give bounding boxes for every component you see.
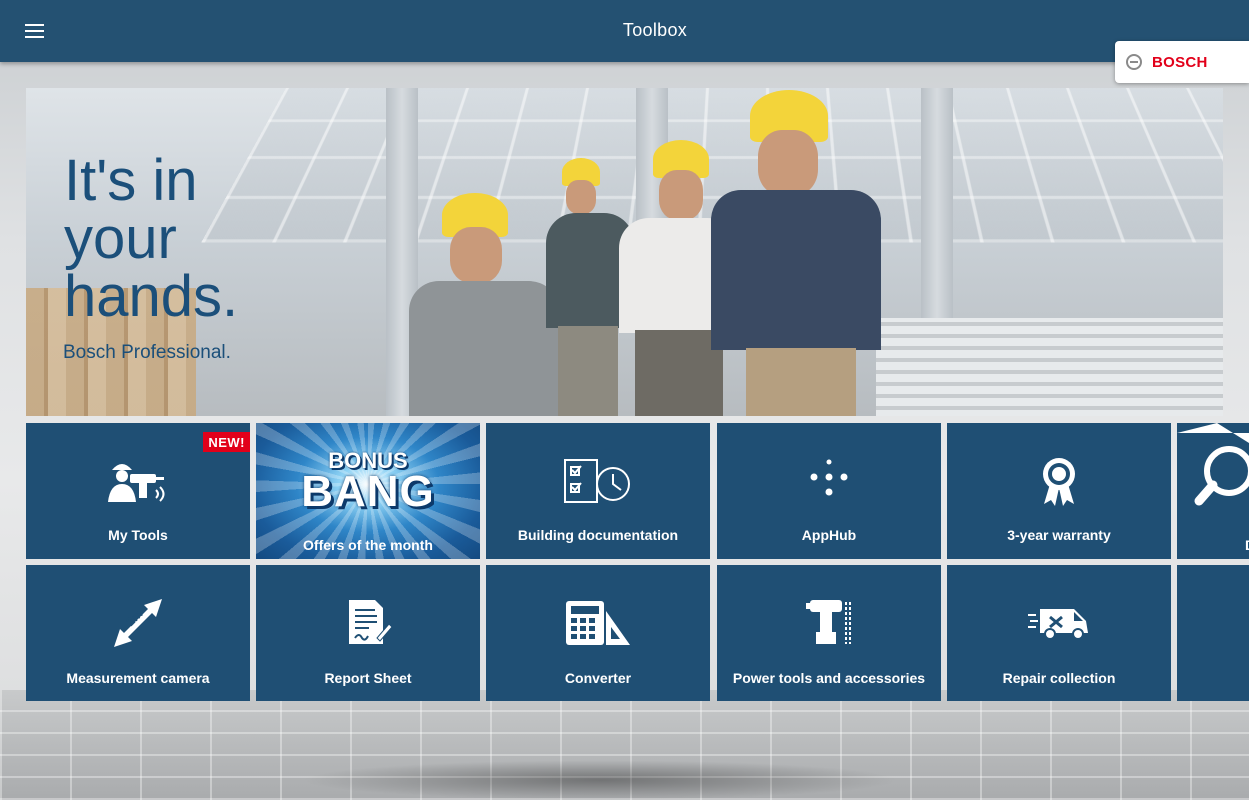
tile-3-year-warranty[interactable]: 3-year warranty — [947, 423, 1171, 559]
hero-headline-line: It's in — [64, 148, 198, 213]
worker-with-drill-icon — [26, 453, 250, 509]
hero-headline-line: your — [64, 206, 177, 271]
worker-figure — [706, 90, 886, 416]
tile-measurement-camera[interactable]: 2m Measurement camera — [26, 565, 250, 701]
tile-label: Report Sheet — [324, 670, 412, 686]
tile-partial[interactable] — [1177, 565, 1249, 701]
hero-stairs — [876, 318, 1223, 416]
tile-apphub[interactable]: AppHub — [717, 423, 941, 559]
tile-label: Power tools and accessories — [732, 670, 926, 686]
tile-label: Converter — [564, 670, 632, 686]
delivery-van-icon — [947, 595, 1171, 651]
tile-label: Building documentation — [517, 527, 679, 543]
tile-report-sheet[interactable]: Report Sheet — [256, 565, 480, 701]
tile-label: Offers of the month — [303, 537, 433, 553]
tile-label: D — [1245, 537, 1249, 553]
tile-label: AppHub — [801, 527, 857, 543]
calculator-set-square-icon — [486, 595, 710, 651]
tile-label: My Tools — [108, 527, 168, 543]
tile-partial[interactable]: D — [1177, 423, 1249, 559]
app-header: Toolbox — [0, 0, 1249, 62]
document-signature-icon — [256, 595, 480, 651]
checklist-clock-icon — [486, 453, 710, 509]
tile-offers-of-the-month[interactable]: BONUS BANG Offers of the month — [256, 423, 480, 559]
tile-repair-collection[interactable]: Repair collection — [947, 565, 1171, 701]
hero-subline: Bosch Professional. — [63, 342, 231, 363]
tile-power-tools-and-accessories[interactable]: Power tools and accessories — [717, 565, 941, 701]
measuring-ruler-2m-icon: 2m — [26, 595, 250, 651]
tile-label: Measurement camera — [66, 670, 210, 686]
tile-label: 3-year warranty — [1007, 527, 1111, 543]
floor-shadow — [300, 760, 900, 800]
dots-cross-icon — [717, 453, 941, 509]
tile-my-tools[interactable]: NEW! My Tools — [26, 423, 250, 559]
drill-accessories-icon — [717, 595, 941, 651]
magnifier-icon — [1177, 423, 1249, 513]
warranty-badge-icon — [947, 453, 1171, 509]
hero-headline: It's in your hands. — [64, 152, 238, 326]
tile-label: Repair collection — [1002, 670, 1116, 686]
new-badge: NEW! — [203, 432, 250, 452]
promo-word: BANG — [301, 467, 435, 516]
hero-headline-line: hands. — [64, 264, 239, 329]
app-title: Toolbox — [622, 20, 688, 40]
brand-name: BOSCH — [1152, 53, 1208, 71]
brand-logo-tab: BOSCH — [1115, 41, 1249, 83]
hero-banner[interactable]: It's in your hands. Bosch Professional. — [26, 88, 1223, 416]
tile-converter[interactable]: Converter — [486, 565, 710, 701]
tile-building-documentation[interactable]: Building documentation — [486, 423, 710, 559]
bosch-armature-logo-icon — [1126, 54, 1142, 70]
svg-text:2m: 2m — [123, 607, 145, 629]
